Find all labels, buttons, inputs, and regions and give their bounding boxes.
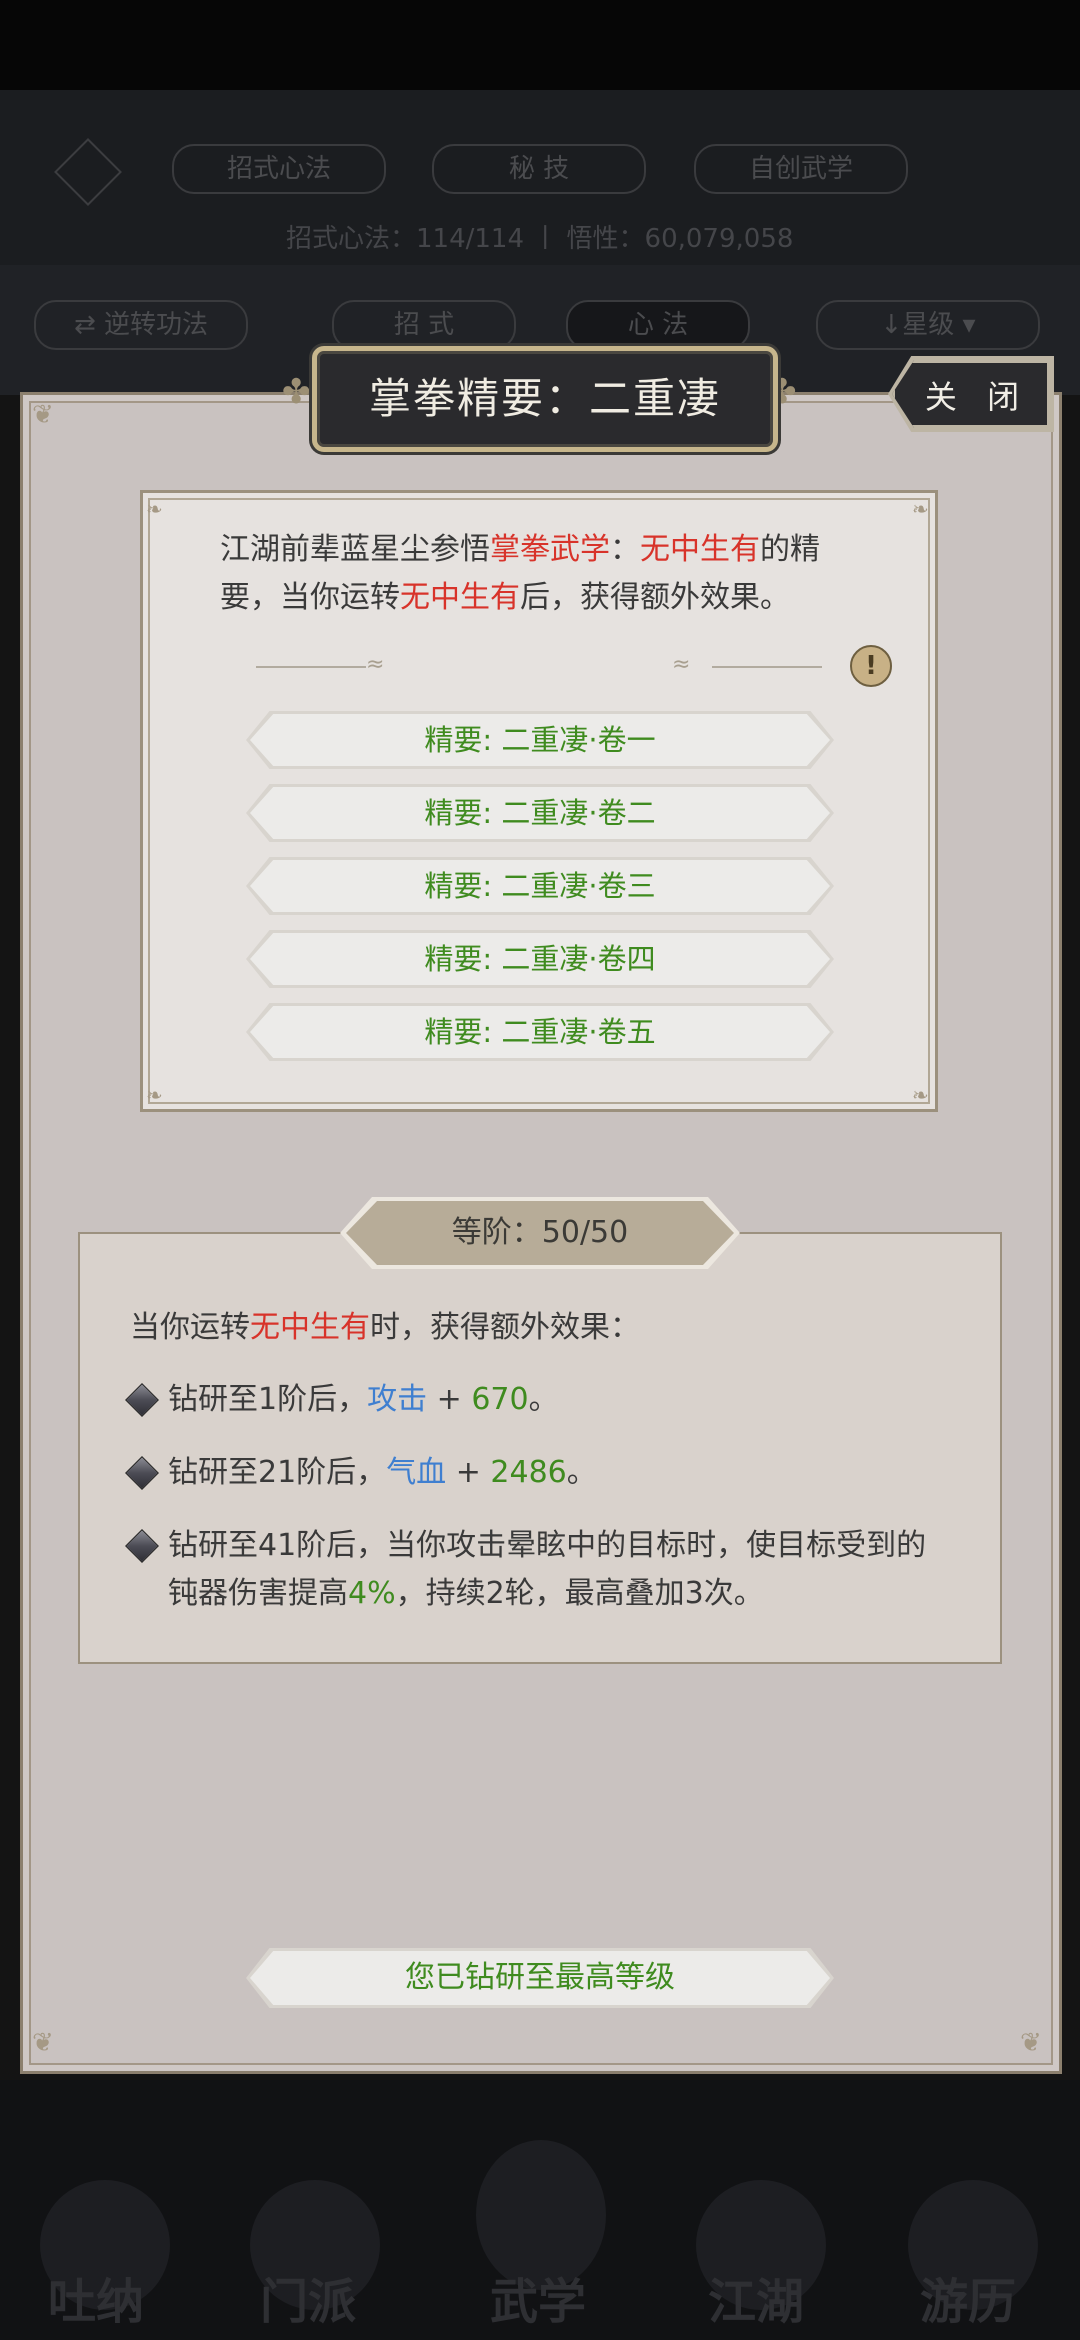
desc-text: 江湖前辈蓝星尘参悟 [220,532,490,567]
tab-moves[interactable]: 招 式 [332,300,516,350]
divider-left [256,666,366,668]
sort-dropdown[interactable]: ↓星级 ▾ [816,300,1040,350]
nav-sect[interactable]: 门派 [260,2262,356,2332]
corner-ornament-icon: ❧ [912,497,929,521]
level-label: 等阶：50/50 [346,1201,734,1265]
effect-text: 钻研至21阶后，气血 + 2486。 [168,1449,928,1497]
intro-skill-highlight: 无中生有 [250,1310,370,1345]
effect-stat: 攻击 [367,1382,428,1417]
title-flourish-left-icon: ✤ [282,372,311,412]
scroll-item-1[interactable]: 精要: 二重凄·卷一 [250,714,830,766]
corner-ornament-icon: ❧ [146,497,163,521]
desc-text: ： [610,532,640,567]
divider-right [712,666,822,668]
stats-line: 招式心法：114/114 丨 悟性：60,079,058 [286,224,794,254]
reverse-label: 逆转功法 [104,310,209,340]
desc-category-highlight: 掌拳武学 [490,532,610,567]
effect-plus: + [446,1455,491,1490]
effect-row-1: 钻研至1阶后，攻击 + 670。 [125,1376,930,1424]
intro-text: 当你运转 [130,1310,250,1345]
close-button[interactable]: 关 闭 [892,360,1050,428]
tab-moves-hearts[interactable]: 招式心法 [172,144,386,194]
corner-ornament-icon: ❦ [1020,2028,1042,2058]
reverse-icon: ⇄ [73,310,105,340]
info-warning-icon[interactable]: ! [850,645,892,687]
tab-secret-skills[interactable]: 秘 技 [432,144,646,194]
effect-value: 670 [471,1382,529,1417]
corner-ornament-icon: ❦ [32,2028,54,2058]
corner-ornament-icon: ❦ [32,400,54,430]
nav-martial-arts[interactable]: 武学 [490,2262,586,2332]
chevron-down-icon: ▾ [962,310,976,340]
divider-ornament-icon: ≈ [366,652,385,677]
status-bar [0,0,1080,90]
scroll-item-2[interactable]: 精要: 二重凄·卷二 [250,787,830,839]
corner-ornament-icon: ❧ [912,1083,929,1107]
desc-skill-highlight: 无中生有 [400,580,520,615]
effect-suffix: 。 [566,1455,597,1490]
nav-breathing[interactable]: 吐纳 [48,2262,144,2332]
diamond-bullet-icon [125,1383,159,1417]
desc-skill-highlight: 无中生有 [640,532,760,567]
effect-intro: 当你运转无中生有时，获得额外效果： [130,1302,640,1346]
divider-ornament-icon: ≈ [672,652,691,677]
intro-text: 时，获得额外效果： [370,1310,640,1345]
desc-text: 后，获得额外效果。 [520,580,790,615]
nav-jianghu[interactable]: 江湖 [708,2262,804,2332]
max-level-status: 您已钻研至最高等级 [250,1951,830,2005]
effect-text: 钻研至41阶后，当你攻击晕眩中的目标时，使目标受到的钝器伤害提高4%，持续2轮，… [168,1522,928,1618]
corner-ornament-icon: ❧ [146,1083,163,1107]
effect-row-3: 钻研至41阶后，当你攻击晕眩中的目标时，使目标受到的钝器伤害提高4%，持续2轮，… [125,1522,930,1618]
scroll-item-4[interactable]: 精要: 二重凄·卷四 [250,933,830,985]
tab-heart-methods[interactable]: 心 法 [566,300,750,350]
tab-custom-arts[interactable]: 自创武学 [694,144,908,194]
effect-text: 钻研至1阶后，攻击 + 670。 [168,1376,928,1424]
effect-percent: 4% [348,1576,396,1611]
effect-prefix: 钻研至1阶后， [168,1382,368,1417]
sort-label: ↓星级 [880,310,955,340]
scroll-item-5[interactable]: 精要: 二重凄·卷五 [250,1006,830,1058]
description-text: 江湖前辈蓝星尘参悟掌拳武学：无中生有的精要，当你运转无中生有后，获得额外效果。 [220,526,860,622]
effect-row-2: 钻研至21阶后，气血 + 2486。 [125,1449,930,1497]
scroll-item-3[interactable]: 精要: 二重凄·卷三 [250,860,830,912]
effect-plus: + [427,1382,472,1417]
nav-travel[interactable]: 游历 [920,2262,1016,2332]
modal-title: 掌拳精要：二重凄 [312,346,778,452]
diamond-bullet-icon [125,1456,159,1490]
effect-prefix: 钻研至21阶后， [168,1455,387,1490]
effect-description: ，持续2轮，最高叠加3次。 [395,1576,764,1611]
effect-stat: 气血 [386,1455,447,1490]
diamond-bullet-icon [125,1529,159,1563]
effect-value: 2486 [490,1455,567,1490]
effect-suffix: 。 [528,1382,559,1417]
reverse-skill-button[interactable]: ⇄ 逆转功法 [34,300,248,350]
